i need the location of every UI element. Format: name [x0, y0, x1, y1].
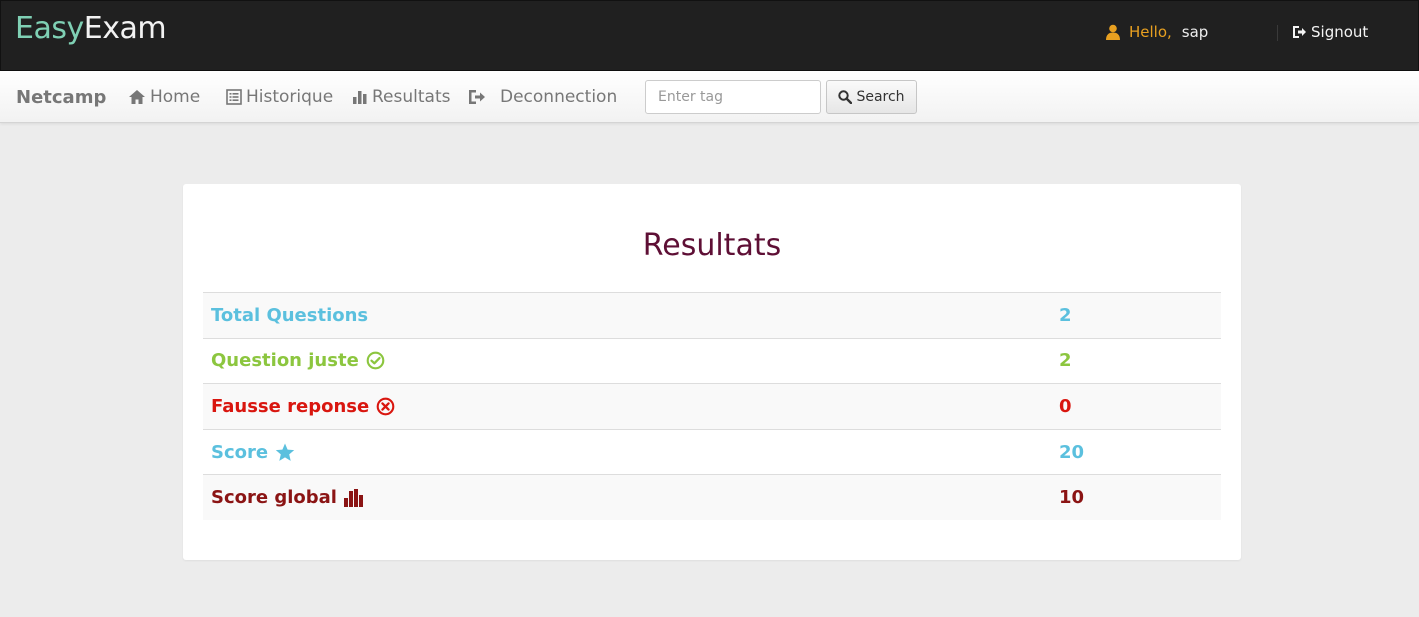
- row-label-score: Score: [203, 429, 1051, 475]
- search-button-label: Search: [856, 89, 905, 105]
- user-greeting: Hello, sap: [1105, 23, 1208, 41]
- times-circle-icon: [376, 397, 395, 416]
- tag-search-input[interactable]: [645, 80, 821, 114]
- greeting-text: Hello,: [1129, 23, 1172, 41]
- logo-exam: Exam: [83, 11, 167, 46]
- home-icon: [128, 89, 146, 105]
- results-table: Total Questions 2 Question juste 2 Fauss…: [203, 292, 1221, 521]
- row-value-score-global: 10: [1059, 487, 1085, 509]
- table-row: Score global 10: [203, 474, 1221, 521]
- nav-historique-label: Historique: [246, 87, 334, 107]
- search-button[interactable]: Search: [826, 80, 917, 114]
- star-icon: [275, 443, 295, 462]
- user-name: sap: [1181, 23, 1209, 41]
- nav-brand[interactable]: Netcamp: [16, 87, 106, 108]
- bar-chart-icon: [352, 89, 368, 105]
- nav-item-resultats[interactable]: Resultats: [352, 87, 450, 107]
- row-value-question-juste: 2: [1059, 350, 1072, 372]
- sign-out-icon: [468, 89, 486, 105]
- search-icon: [838, 90, 853, 104]
- table-row: Question juste 2: [203, 338, 1221, 384]
- top-header: EasyExam Hello, sap Signout: [0, 0, 1419, 71]
- results-card: Resultats Total Questions 2 Question jus…: [183, 184, 1241, 560]
- page-title: Resultats: [642, 228, 782, 263]
- row-value-score: 20: [1059, 441, 1085, 463]
- row-label-question-juste: Question juste: [203, 338, 1051, 384]
- table-row: Fausse reponse 0: [203, 383, 1221, 430]
- table-row: Total Questions 2: [203, 292, 1221, 339]
- nav-deconnection-label: Deconnection: [500, 87, 618, 107]
- nav-item-deconnection[interactable]: Deconnection: [468, 87, 617, 107]
- list-icon: [226, 89, 242, 105]
- main-navbar: Netcamp Home Historique Resultats Deconn…: [0, 71, 1419, 123]
- divider: [1277, 25, 1278, 41]
- app-logo[interactable]: EasyExam: [15, 11, 167, 46]
- check-circle-icon: [366, 351, 385, 370]
- bar-chart-icon: [343, 488, 363, 507]
- sign-out-icon: [1291, 24, 1307, 40]
- row-label-total-questions: Total Questions: [211, 304, 369, 326]
- logo-easy: Easy: [15, 11, 84, 46]
- nav-resultats-label: Resultats: [372, 87, 451, 107]
- row-label-score-global: Score global: [203, 475, 1051, 521]
- row-value-fausse-reponse: 0: [1059, 395, 1072, 417]
- nav-item-home[interactable]: Home: [128, 87, 200, 107]
- signout-link[interactable]: Signout: [1291, 23, 1368, 41]
- table-row: Score 20: [203, 429, 1221, 475]
- row-label-fausse-reponse: Fausse reponse: [203, 384, 1051, 430]
- signout-label: Signout: [1311, 23, 1369, 41]
- row-value-total-questions: 2: [1059, 304, 1072, 326]
- nav-item-historique[interactable]: Historique: [226, 87, 333, 107]
- nav-home-label: Home: [150, 87, 201, 107]
- user-icon: [1105, 24, 1121, 40]
